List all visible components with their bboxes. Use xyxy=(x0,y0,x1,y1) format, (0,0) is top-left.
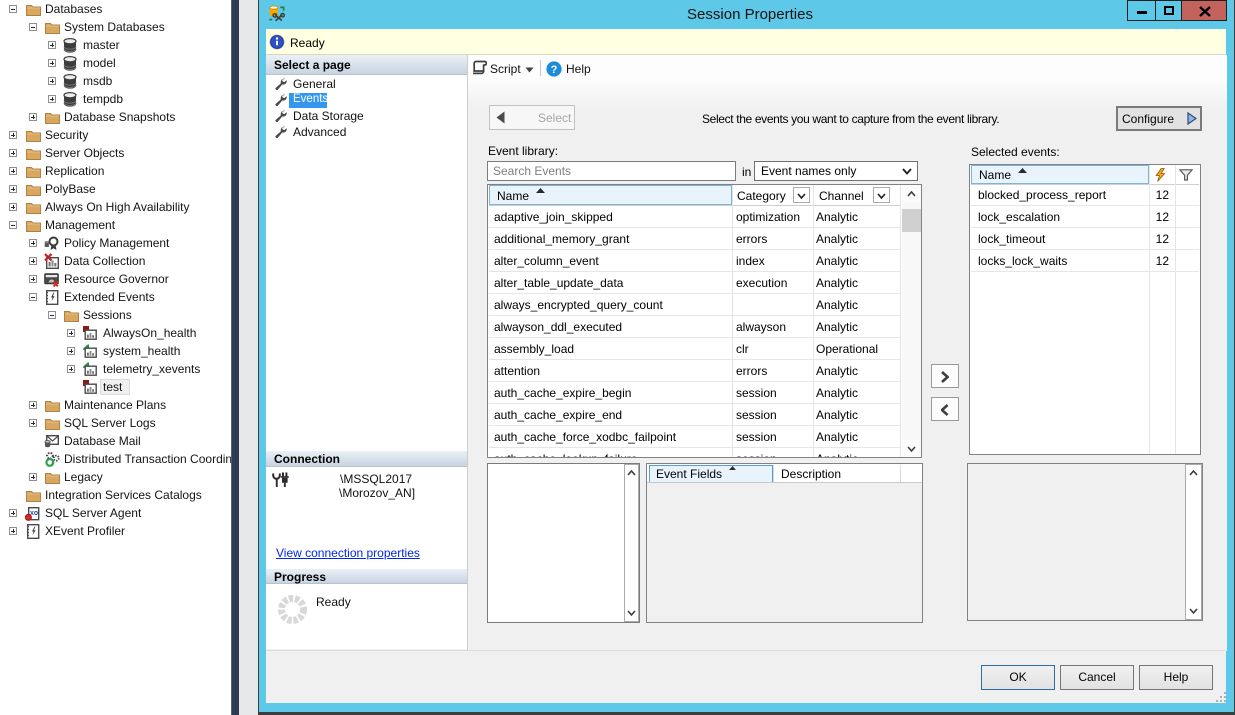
svg-text:?: ? xyxy=(551,64,558,76)
